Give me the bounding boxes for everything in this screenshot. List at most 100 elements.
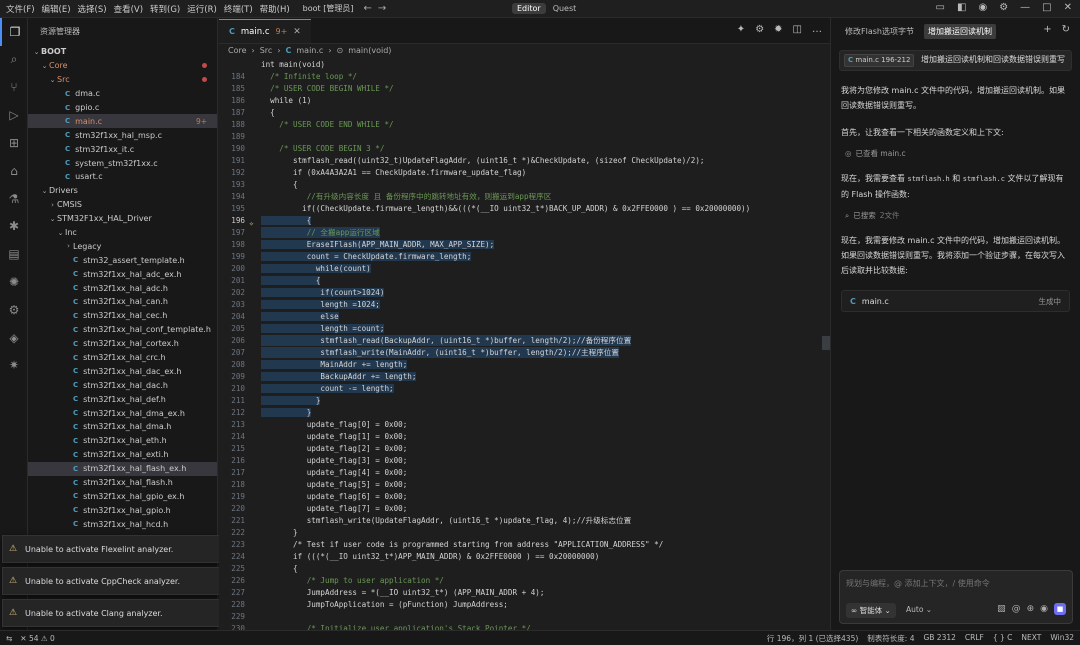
tree-item[interactable]: Cstm32f1xx_hal_flash_ex.h xyxy=(28,461,217,476)
code-line[interactable]: 185 /* USER CODE BEGIN WHILE */ xyxy=(219,82,819,94)
code-line[interactable]: 225 { xyxy=(219,562,819,574)
agent-mode-select[interactable]: ∞ 智能体 ⌄ xyxy=(846,603,896,618)
tree-item[interactable]: Cstm32f1xx_hal_cec.h xyxy=(28,309,217,323)
split-editor-icon[interactable]: ◫ xyxy=(793,24,802,35)
tree-item[interactable]: › CMSIS xyxy=(28,198,217,212)
tree-item[interactable]: Cstm32f1xx_hal_dma.h xyxy=(28,420,217,434)
code-line[interactable]: 205 length =count; xyxy=(219,322,819,334)
code-line[interactable]: 200 while(count) xyxy=(219,262,819,274)
menu-item[interactable]: 编辑(E) xyxy=(42,3,71,15)
code-line[interactable]: 210 count -= length; xyxy=(219,382,819,394)
status-item[interactable]: 行 196，列 1 (已选择435) xyxy=(767,633,858,644)
code-line[interactable]: 228 JumpToApplication = (pFunction) Jump… xyxy=(219,598,819,610)
breadcrumb-file[interactable]: main.c xyxy=(296,46,323,55)
status-item[interactable]: Win32 xyxy=(1050,633,1074,644)
tree-item[interactable]: Cstm32f1xx_hal_adc_ex.h xyxy=(28,267,217,281)
code-view[interactable]: int main(void) 184 /* Infinite loop */18… xyxy=(219,58,819,630)
menu-item[interactable]: 转到(G) xyxy=(150,3,180,15)
tree-item[interactable]: Cstm32f1xx_hal_exti.h xyxy=(28,448,217,462)
status-item[interactable]: 制表符长度: 4 xyxy=(867,633,914,644)
code-line[interactable]: 189 xyxy=(219,130,819,142)
account-icon[interactable]: ◉ xyxy=(978,2,987,13)
status-item[interactable]: { } C xyxy=(993,633,1013,644)
menu-item[interactable]: 查看(V) xyxy=(114,3,143,15)
chat-input[interactable] xyxy=(846,579,1066,588)
settings-icon[interactable]: ⚙ xyxy=(755,24,764,35)
context-chip[interactable]: C main.c 196-212 xyxy=(844,54,915,67)
code-line[interactable]: 204 else xyxy=(219,310,819,322)
tree-item[interactable]: ⌄ Core xyxy=(28,59,217,73)
code-line[interactable]: 198 EraseIFlash(APP_MAIN_ADDR, MAX_APP_S… xyxy=(219,238,819,250)
gear-icon[interactable]: ✹ xyxy=(774,24,782,35)
model-select[interactable]: Auto ⌄ xyxy=(906,605,932,614)
minimap[interactable] xyxy=(820,58,830,630)
source-control-icon[interactable]: ⑂ xyxy=(0,74,28,102)
code-line[interactable]: 221 stmflash_write(UpdateFlagAddr, (uint… xyxy=(219,514,819,526)
remote-icon[interactable]: ⇆ xyxy=(6,634,12,643)
attach-icon[interactable]: ⊕ xyxy=(1027,604,1035,614)
breadcrumb-src[interactable]: Src xyxy=(260,46,273,55)
more-icon[interactable]: … xyxy=(812,24,822,35)
tree-item[interactable]: Cstm32f1xx_hal_gpio_ex.h xyxy=(28,490,217,504)
history-icon[interactable]: ↻ xyxy=(1062,24,1070,35)
run-debug-icon[interactable]: ▷ xyxy=(0,101,28,129)
menu-item[interactable]: 运行(R) xyxy=(187,3,217,15)
layout-icon[interactable]: ▭ xyxy=(936,2,945,13)
menu-item[interactable]: 终端(T) xyxy=(224,3,253,15)
code-line[interactable]: 191 stmflash_read((uint32_t)UpdateFlagAd… xyxy=(219,154,819,166)
code-line[interactable]: 229 xyxy=(219,610,819,622)
code-line[interactable]: 224 if (((*(__IO uint32_t*)APP_MAIN_ADDR… xyxy=(219,550,819,562)
code-line[interactable]: 187 { xyxy=(219,106,819,118)
search-icon[interactable]: ⌕ xyxy=(0,46,28,74)
code-line[interactable]: 226 /* Jump to user application */ xyxy=(219,574,819,586)
explorer-icon[interactable]: ❐ xyxy=(0,18,28,46)
code-line[interactable]: 186 while (1) xyxy=(219,94,819,106)
code-line[interactable]: 230 /* Initialize user application's Sta… xyxy=(219,622,819,631)
code-line[interactable]: 194 //有升级内容长度 且 备份程序中的跳转地址有效，则搬运到app程序区 xyxy=(219,190,819,202)
tree-item[interactable]: Cstm32f1xx_it.c xyxy=(28,142,217,156)
add-icon[interactable]: + xyxy=(1043,24,1051,35)
code-line[interactable]: 190 /* USER CODE BEGIN 3 */ xyxy=(219,142,819,154)
star-icon[interactable]: ✷ xyxy=(0,352,28,380)
send-button[interactable]: ■ xyxy=(1054,603,1066,615)
menu-item[interactable]: 帮助(H) xyxy=(260,3,290,15)
code-line[interactable]: 206 stmflash_read(BackupAddr, (uint16_t … xyxy=(219,334,819,346)
remote-icon[interactable]: ⌂ xyxy=(0,157,28,185)
nav-arrows[interactable]: ←→ xyxy=(363,3,392,14)
code-line[interactable]: 192 if (0xA4A3A2A1 == CheckUpdate.firmwa… xyxy=(219,166,819,178)
image-icon[interactable]: ▨ xyxy=(997,604,1006,614)
code-line[interactable]: 213 update_flag[0] = 0x00; xyxy=(219,418,819,430)
tree-item[interactable]: Cdma.c xyxy=(28,87,217,101)
tree-item[interactable]: Cstm32f1xx_hal_can.h xyxy=(28,295,217,309)
code-line[interactable]: 214 update_flag[1] = 0x00; xyxy=(219,430,819,442)
code-line[interactable]: 212 } xyxy=(219,406,819,418)
mode-quest-tab[interactable]: Quest xyxy=(548,3,582,14)
tree-item[interactable]: › Legacy xyxy=(28,239,217,253)
errors-indicator[interactable]: ✕ 54 ⚠ 0 xyxy=(20,634,55,643)
tree-item[interactable]: ⌄ Src xyxy=(28,73,217,87)
code-line[interactable]: 217 update_flag[4] = 0x00; xyxy=(219,466,819,478)
code-line[interactable]: 203 length =1024; xyxy=(219,298,819,310)
tree-item[interactable]: Cstm32f1xx_hal_msp.c xyxy=(28,128,217,142)
code-line[interactable]: 209 BackupAddr += length; xyxy=(219,370,819,382)
tree-item[interactable]: Cgpio.c xyxy=(28,101,217,115)
tree-item[interactable]: Cstm32f1xx_hal_dac_ex.h xyxy=(28,364,217,378)
tree-item[interactable]: Cstm32f1xx_hal_gpio.h xyxy=(28,503,217,517)
close-icon[interactable]: ✕ xyxy=(293,27,301,37)
mode-editor-tab[interactable]: Editor xyxy=(512,3,546,14)
folder-icon[interactable]: ▤ xyxy=(0,240,28,268)
tree-item[interactable]: Cstm32f1xx_hal_dac.h xyxy=(28,378,217,392)
tree-item[interactable]: Cstm32f1xx_hal_crc.h xyxy=(28,351,217,365)
status-item[interactable]: NEXT xyxy=(1021,633,1041,644)
layout-split-icon[interactable]: ◧ xyxy=(957,2,966,13)
chip-icon[interactable]: ✱ xyxy=(0,213,28,241)
tree-item[interactable]: Cstm32f1xx_hal_dma_ex.h xyxy=(28,406,217,420)
tree-item[interactable]: Cstm32f1xx_hal_adc.h xyxy=(28,281,217,295)
code-line[interactable]: 222 } xyxy=(219,526,819,538)
status-item[interactable]: CRLF xyxy=(965,633,984,644)
cube-icon[interactable]: ◈ xyxy=(0,324,28,352)
stop-icon[interactable]: ◉ xyxy=(1040,604,1048,614)
chat-tab-readback[interactable]: 增加搬运回读机制 xyxy=(923,23,996,39)
code-line[interactable]: 211 } xyxy=(219,394,819,406)
code-line[interactable]: 184 /* Infinite loop */ xyxy=(219,70,819,82)
